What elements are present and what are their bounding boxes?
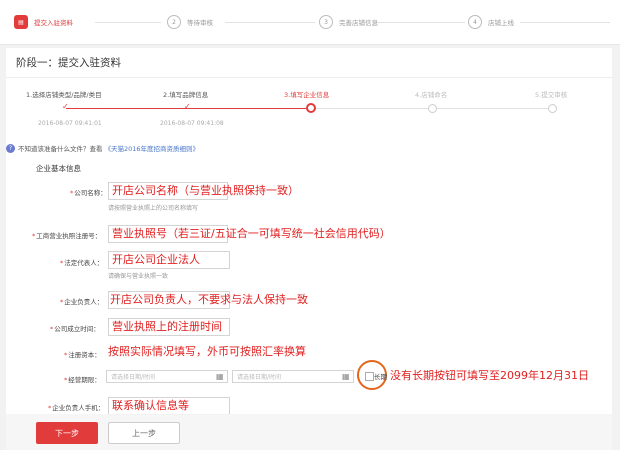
capital-annotation: 按照实际情况填写，外币可按照汇率换算 (108, 345, 306, 358)
progress-step-2: 2.填写品牌信息 (163, 91, 209, 99)
legal-rep-label: *法定代表人： (60, 259, 104, 267)
progress-time: 2016-08-07 09:41:01 (38, 120, 102, 127)
phone-label: *企业负责人手机： (48, 404, 105, 412)
capital-label: *注册资本： (64, 351, 101, 359)
top-step-4: 4 店铺上线 (468, 11, 514, 33)
progress-step-5: 5.提交审核 (535, 91, 568, 99)
divider (6, 77, 612, 78)
help-text: 不知道该准备什么文件？查看 (18, 145, 103, 153)
calendar-icon[interactable]: ▦ (216, 372, 224, 381)
next-button[interactable]: 下一步 (36, 422, 98, 444)
long-term-label: 长期 (374, 373, 387, 381)
license-annotation: 营业执照号（若三证/五证合一可填写统一社会信用代码） (112, 227, 391, 240)
step-dot (428, 104, 437, 113)
top-step-label: 完善店铺信息 (339, 19, 378, 27)
help-line: ? 不知道该准备什么文件？查看 《天猫2016年度招商资质细则》 (6, 143, 199, 153)
legal-rep-hint: 请确保与营业执照一致 (108, 273, 169, 280)
contact-annotation: 开店公司负责人，不要求与法人保持一致 (110, 293, 308, 306)
rules-link[interactable]: 《天猫2016年度招商资质细则》 (105, 143, 200, 153)
top-step-label: 提交入驻资料 (34, 19, 73, 27)
section-title: 企业基本信息 (36, 164, 81, 173)
term-label: *经营期限： (64, 376, 101, 384)
progress-step-3: 3.填写企业信息 (284, 91, 330, 99)
founded-label: *公司成立时间： (50, 325, 100, 333)
question-icon: ? (6, 143, 15, 153)
current-step-dot (306, 103, 316, 113)
step-connector (375, 22, 465, 23)
phone-annotation: 联系确认信息等 (112, 399, 189, 412)
top-step-2: 2 等待审核 (167, 11, 213, 33)
long-term-checkbox[interactable] (365, 372, 374, 381)
step-connector (225, 22, 315, 23)
progress-step-4: 4.店铺命名 (415, 91, 448, 99)
top-step-label: 等待审核 (187, 19, 213, 27)
step-connector (95, 22, 161, 23)
check-icon: ✓ (62, 102, 69, 111)
company-name-hint: 请按照营业执照上的公司名称填写 (108, 205, 199, 212)
step-number: 3 (319, 15, 333, 29)
term-start-input[interactable]: 请选择日期/时间 (106, 370, 228, 383)
top-step-label: 店铺上线 (488, 19, 514, 27)
company-name-annotation: 开店公司名称（与营业执照保持一致） (112, 184, 299, 197)
step-connector (520, 22, 610, 23)
document-icon: ▤ (14, 15, 28, 29)
progress-step-1: 1.选择店铺类型/品牌/类目 (26, 91, 102, 99)
step-dot (548, 104, 557, 113)
term-end-input[interactable]: 请选择日期/时间 (232, 370, 354, 383)
page-title: 阶段一：提交入驻资料 (16, 57, 121, 69)
calendar-icon[interactable]: ▦ (342, 372, 350, 381)
top-step-1: ▤ 提交入驻资料 (14, 11, 73, 33)
contact-label: *企业负责人： (60, 298, 104, 306)
check-icon: ✓ (184, 102, 191, 111)
top-step-3: 3 完善店铺信息 (319, 11, 378, 33)
license-label: *工商营业执照注册号： (32, 232, 102, 240)
progress-time: 2016-08-07 09:41:08 (160, 120, 224, 127)
legal-rep-annotation: 开店公司企业法人 (112, 253, 200, 266)
prev-button[interactable]: 上一步 (108, 422, 180, 444)
founded-annotation: 营业执照上的注册时间 (112, 320, 222, 333)
step-number: 4 (468, 15, 482, 29)
step-number: 2 (167, 15, 181, 29)
company-name-label: *公司名称： (70, 189, 107, 197)
term-annotation: 没有长期按钮可填写至2099年12月31日 (390, 369, 589, 382)
